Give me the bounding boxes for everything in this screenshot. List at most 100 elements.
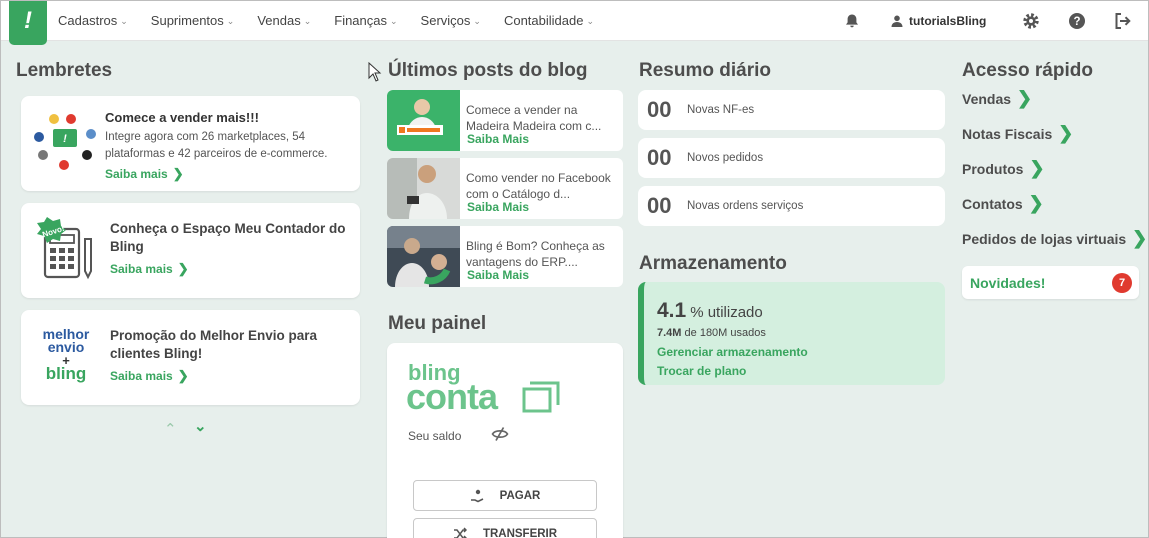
reminder-title: Promoção do Melhor Envio para clientes B… [110, 328, 318, 361]
quick-notas-fiscais[interactable]: Notas Fiscais ❯ [962, 123, 1073, 144]
pay-hand-icon [470, 489, 484, 502]
post-thumbnail [387, 158, 460, 219]
storage-usage: 4.1 % utilizado [657, 299, 763, 323]
armazenamento-title: Armazenamento [639, 253, 787, 274]
post-title: Comece a vender na Madeira Madeira com c… [466, 103, 602, 133]
lembretes-title: Lembretes [16, 60, 113, 81]
resumo-count: 00 [647, 97, 672, 122]
saiba-mais-link[interactable]: Saiba mais ❯ [110, 261, 355, 277]
chevron-down-icon: ⌄ [303, 16, 312, 26]
menu-label: Contabilidade [503, 13, 584, 28]
reminder-title: Comece a vender mais!!! [105, 110, 259, 125]
storage-used: 7.4M de 180M usados [657, 327, 766, 339]
button-label: PAGAR [499, 489, 541, 502]
chevron-right-icon: ❯ [1029, 158, 1045, 178]
resumo-ordens[interactable]: 00 Novas ordens serviços [638, 186, 945, 226]
post-title: Bling é Bom? Conheça as vantagens do ERP… [466, 239, 605, 269]
link-label: Saiba mais [110, 262, 173, 276]
change-plan-link[interactable]: Trocar de plano [657, 364, 746, 378]
menu-servicos[interactable]: Serviços ⌄ [421, 1, 481, 41]
saiba-mais-link[interactable]: Saiba Mais [467, 132, 529, 146]
manage-storage-link[interactable]: Gerenciar armazenamento [657, 345, 808, 359]
button-label: TRANSFERIR [482, 527, 558, 538]
transferir-button[interactable]: TRANSFERIR [413, 518, 597, 538]
storage-used-text: de 180M usados [684, 327, 766, 339]
menu-label: Suprimentos [150, 13, 224, 28]
bling-logo[interactable]: ! [9, 1, 47, 45]
gear-icon[interactable] [1022, 12, 1040, 30]
storage-card: 4.1 % utilizado 7.4M de 180M usados Gere… [638, 282, 945, 385]
chevron-up-icon[interactable]: ⌃ [164, 420, 177, 438]
storage-percent: 4.1 [657, 299, 687, 322]
blog-post[interactable]: Como vender no Facebook com o Catálogo d… [387, 158, 623, 219]
reminder-text: Integre agora com 26 marketplaces, 54 pl… [105, 131, 328, 160]
chevron-down-icon[interactable]: ⌄ [194, 417, 207, 435]
resumo-label: Novas NF-es [687, 104, 755, 116]
reminder-card-marketplaces: ! Comece a vender mais!!! Integre agora … [21, 96, 360, 191]
user-menu[interactable]: tutorialsBling [891, 1, 986, 41]
logo-text: melhor envio [42, 326, 90, 355]
chevron-right-icon: ❯ [1028, 193, 1044, 213]
post-title: Como vender no Facebook com o Catálogo d… [466, 171, 611, 201]
main-menu: Cadastros ⌄ Suprimentos ⌄ Vendas ⌄ Finanças… [58, 1, 617, 41]
saiba-mais-link[interactable]: Saiba mais ❯ [105, 166, 355, 182]
menu-vendas[interactable]: Vendas ⌄ [257, 1, 311, 41]
chevron-down-icon: ⌄ [473, 16, 481, 26]
chevron-down-icon: ⌄ [390, 16, 398, 26]
user-name: tutorialsBling [909, 14, 987, 28]
novidades-label: Novidades! [970, 275, 1046, 291]
shuffle-icon [453, 526, 467, 538]
blog-post[interactable]: Comece a vender na Madeira Madeira com c… [387, 90, 623, 151]
saiba-mais-link[interactable]: Saiba Mais [467, 200, 529, 214]
menu-contabilidade[interactable]: Contabilidade ⌄ [504, 1, 594, 41]
pagar-button[interactable]: PAGAR [413, 480, 597, 511]
storage-used-value: 7.4M [657, 327, 682, 339]
chevron-right-icon: ❯ [1058, 123, 1074, 143]
svg-text:!: ! [63, 133, 67, 145]
storage-unit: % utilizado [690, 304, 763, 321]
reminder-title: Conheça o Espaço Meu Contador do Bling [110, 221, 346, 254]
resumo-count: 00 [647, 193, 672, 218]
link-label: Saiba mais [105, 167, 168, 181]
reminder-card-contador: Novo! Conheça o Espaço Meu Contador do B… [21, 203, 360, 298]
svg-text:?: ? [1073, 16, 1080, 28]
saiba-mais-link[interactable]: Saiba mais ❯ [110, 368, 355, 384]
novidades-button[interactable]: Novidades! 7 [962, 266, 1139, 299]
menu-label: Serviços [420, 13, 471, 28]
menu-cadastros[interactable]: Cadastros ⌄ [58, 1, 128, 41]
quick-produtos[interactable]: Produtos ❯ [962, 158, 1045, 179]
menu-suprimentos[interactable]: Suprimentos ⌄ [151, 1, 235, 41]
eye-off-icon[interactable] [491, 426, 509, 442]
resumo-nfe[interactable]: 00 Novas NF-es [638, 90, 945, 130]
quick-label: Pedidos de lojas virtuais [962, 230, 1127, 247]
bell-icon[interactable] [844, 13, 860, 29]
bling-logo-text: bling [45, 364, 87, 383]
saiba-mais-link[interactable]: Saiba Mais [467, 268, 529, 282]
user-icon [891, 15, 903, 27]
quick-contatos[interactable]: Contatos ❯ [962, 193, 1044, 214]
quick-pedidos-lojas[interactable]: Pedidos de lojas virtuais ❯ [962, 228, 1147, 249]
menu-financas[interactable]: Finanças ⌄ [334, 1, 397, 41]
help-icon[interactable]: ? [1068, 12, 1086, 30]
chevron-right-icon: ❯ [1017, 88, 1033, 108]
menu-label: Vendas [257, 13, 301, 28]
mouse-cursor-icon [368, 62, 382, 82]
menu-label: Finanças [334, 13, 387, 28]
saldo-label: Seu saldo [408, 429, 462, 443]
resumo-pedidos[interactable]: 00 Novos pedidos [638, 138, 945, 178]
resumo-label: Novos pedidos [687, 152, 764, 164]
acesso-rapido-title: Acesso rápido [962, 60, 1093, 81]
conta-window-icon [522, 381, 560, 413]
logout-icon[interactable] [1114, 12, 1132, 30]
quick-vendas[interactable]: Vendas ❯ [962, 88, 1032, 109]
blog-post[interactable]: Bling é Bom? Conheça as vantagens do ERP… [387, 226, 623, 287]
chevron-right-icon: ❯ [172, 166, 184, 181]
novidades-count-badge: 7 [1112, 273, 1132, 293]
chevron-down-icon: ⌄ [120, 16, 128, 26]
quick-label: Produtos [962, 160, 1024, 177]
quick-label: Notas Fiscais [962, 125, 1053, 142]
chevron-right-icon: ❯ [177, 261, 189, 276]
reminder-card-melhor-envio: melhor envio + bling Promoção do Melhor … [21, 310, 360, 405]
quick-label: Vendas [962, 90, 1012, 107]
top-navbar: ! Cadastros ⌄ Suprimentos ⌄ Vendas ⌄ Finanç… [1, 1, 1148, 45]
